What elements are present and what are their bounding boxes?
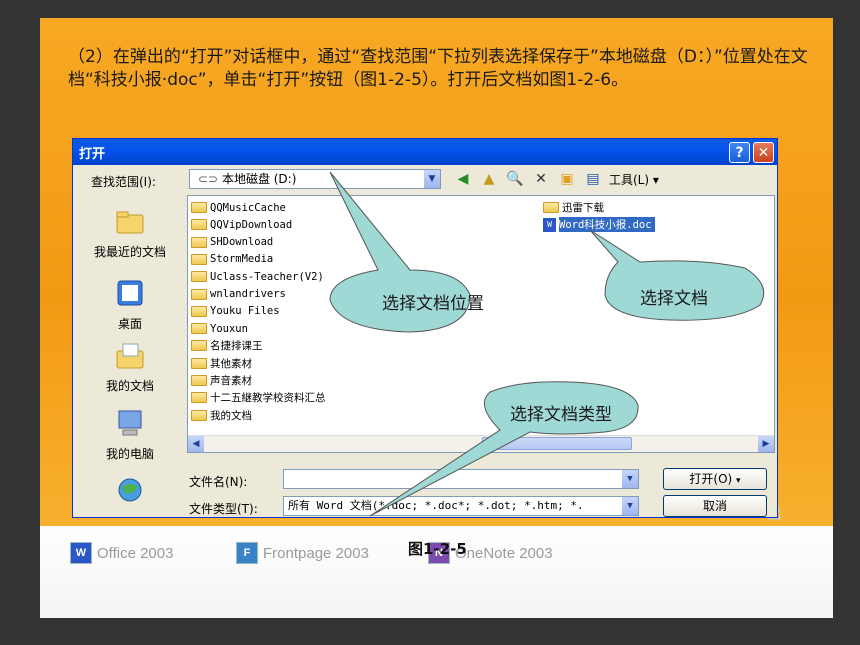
callout-location-text: 选择文档位置 [382,294,484,314]
callout-type-text: 选择文档类型 [510,405,612,425]
callout-layer [329,171,765,517]
slide: W Office 2003 F Frontpage 2003 N OneNote… [0,0,860,645]
callout-document-text: 选择文档 [640,289,708,309]
